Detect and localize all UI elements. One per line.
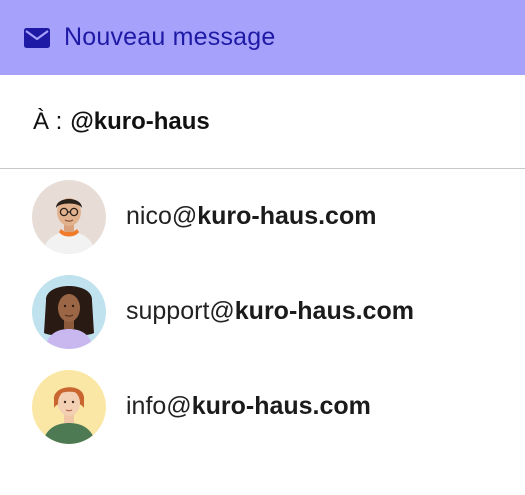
avatar [32, 369, 106, 444]
suggestion-email: info@kuro-haus.com [126, 392, 371, 421]
avatar [32, 274, 106, 349]
email-local-part: support@ [126, 297, 235, 325]
compose-window: Nouveau message À : @kuro-haus nico@kuro… [0, 0, 525, 495]
suggestion-item-info[interactable]: info@kuro-haus.com [0, 359, 525, 454]
recipient-field[interactable]: À : @kuro-haus [0, 75, 525, 169]
envelope-icon [24, 27, 50, 48]
recipient-input-value[interactable]: @kuro-haus [70, 108, 209, 136]
compose-title: Nouveau message [64, 23, 276, 51]
avatar [32, 179, 106, 254]
recipient-label: À : [33, 107, 63, 135]
email-domain: kuro-haus.com [191, 392, 371, 420]
email-domain: kuro-haus.com [234, 297, 414, 325]
suggestion-item-nico[interactable]: nico@kuro-haus.com [0, 169, 525, 264]
email-local-part: info@ [126, 392, 192, 420]
suggestion-item-support[interactable]: support@kuro-haus.com [0, 264, 525, 359]
suggestion-list: nico@kuro-haus.com support@kuro-haus.com [0, 169, 525, 454]
suggestion-email: support@kuro-haus.com [126, 297, 414, 326]
suggestion-email: nico@kuro-haus.com [126, 202, 376, 231]
email-local-part: nico@ [126, 202, 198, 230]
compose-header: Nouveau message [0, 0, 525, 75]
email-domain: kuro-haus.com [197, 202, 377, 230]
